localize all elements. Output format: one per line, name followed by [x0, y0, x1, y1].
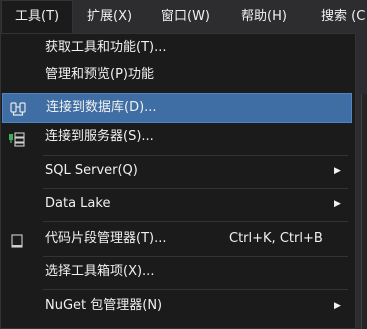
menu-item-sql-server[interactable]: SQL Server(Q) ▶ [2, 156, 352, 186]
database-connect-icon [10, 100, 26, 116]
menu-separator [43, 221, 348, 222]
menu-item-code-snippets[interactable]: 代码片段管理器(T)... Ctrl+K, Ctrl+B [2, 224, 352, 254]
menu-item-label: NuGet 包管理器(N) [45, 298, 163, 313]
menu-help[interactable]: 帮助(H) [241, 0, 287, 34]
menu-item-label: Data Lake [45, 196, 111, 211]
menu-window[interactable]: 窗口(W) [161, 0, 210, 34]
menu-item-label: 获取工具和功能(T)... [45, 40, 167, 55]
menu-item-label: 连接到服务器(S)... [45, 129, 154, 144]
background-panel-strip [361, 94, 367, 329]
menu-item-connect-server[interactable]: 连接到服务器(S)... [2, 122, 352, 152]
code-snippet-icon [9, 231, 25, 248]
menu-item-data-lake[interactable]: Data Lake ▶ [2, 189, 352, 219]
menu-item-choose-toolbox[interactable]: 选择工具箱项(X)... [2, 257, 352, 287]
menu-item-label: 代码片段管理器(T)... [45, 231, 167, 246]
menu-item-label: 选择工具箱项(X)... [45, 264, 155, 279]
submenu-arrow-icon: ▶ [334, 301, 341, 311]
menu-item-shortcut: Ctrl+K, Ctrl+B [229, 231, 323, 246]
menu-search[interactable]: 搜索 (C [321, 0, 365, 34]
menu-item-get-tools[interactable]: 获取工具和功能(T)... [2, 33, 352, 63]
menu-item-label: 管理和预览(P)功能 [45, 67, 154, 82]
menu-separator [43, 289, 348, 290]
menu-item-label: SQL Server(Q) [45, 163, 138, 178]
menu-bar: 工具(T) 扩展(X) 窗口(W) 帮助(H) 搜索 (C [0, 0, 367, 34]
menu-tools[interactable]: 工具(T) [1, 0, 73, 34]
menu-item-connect-database[interactable]: 连接到数据库(D)... [2, 93, 352, 123]
menu-extensions[interactable]: 扩展(X) [87, 0, 132, 34]
submenu-arrow-icon: ▶ [334, 199, 341, 209]
menu-item-manage-preview[interactable]: 管理和预览(P)功能 [2, 60, 352, 90]
submenu-arrow-icon: ▶ [334, 166, 341, 176]
server-connect-icon [9, 129, 25, 147]
menu-item-label: 连接到数据库(D)... [46, 100, 157, 115]
menu-item-nuget[interactable]: NuGet 包管理器(N) ▶ [2, 291, 352, 321]
